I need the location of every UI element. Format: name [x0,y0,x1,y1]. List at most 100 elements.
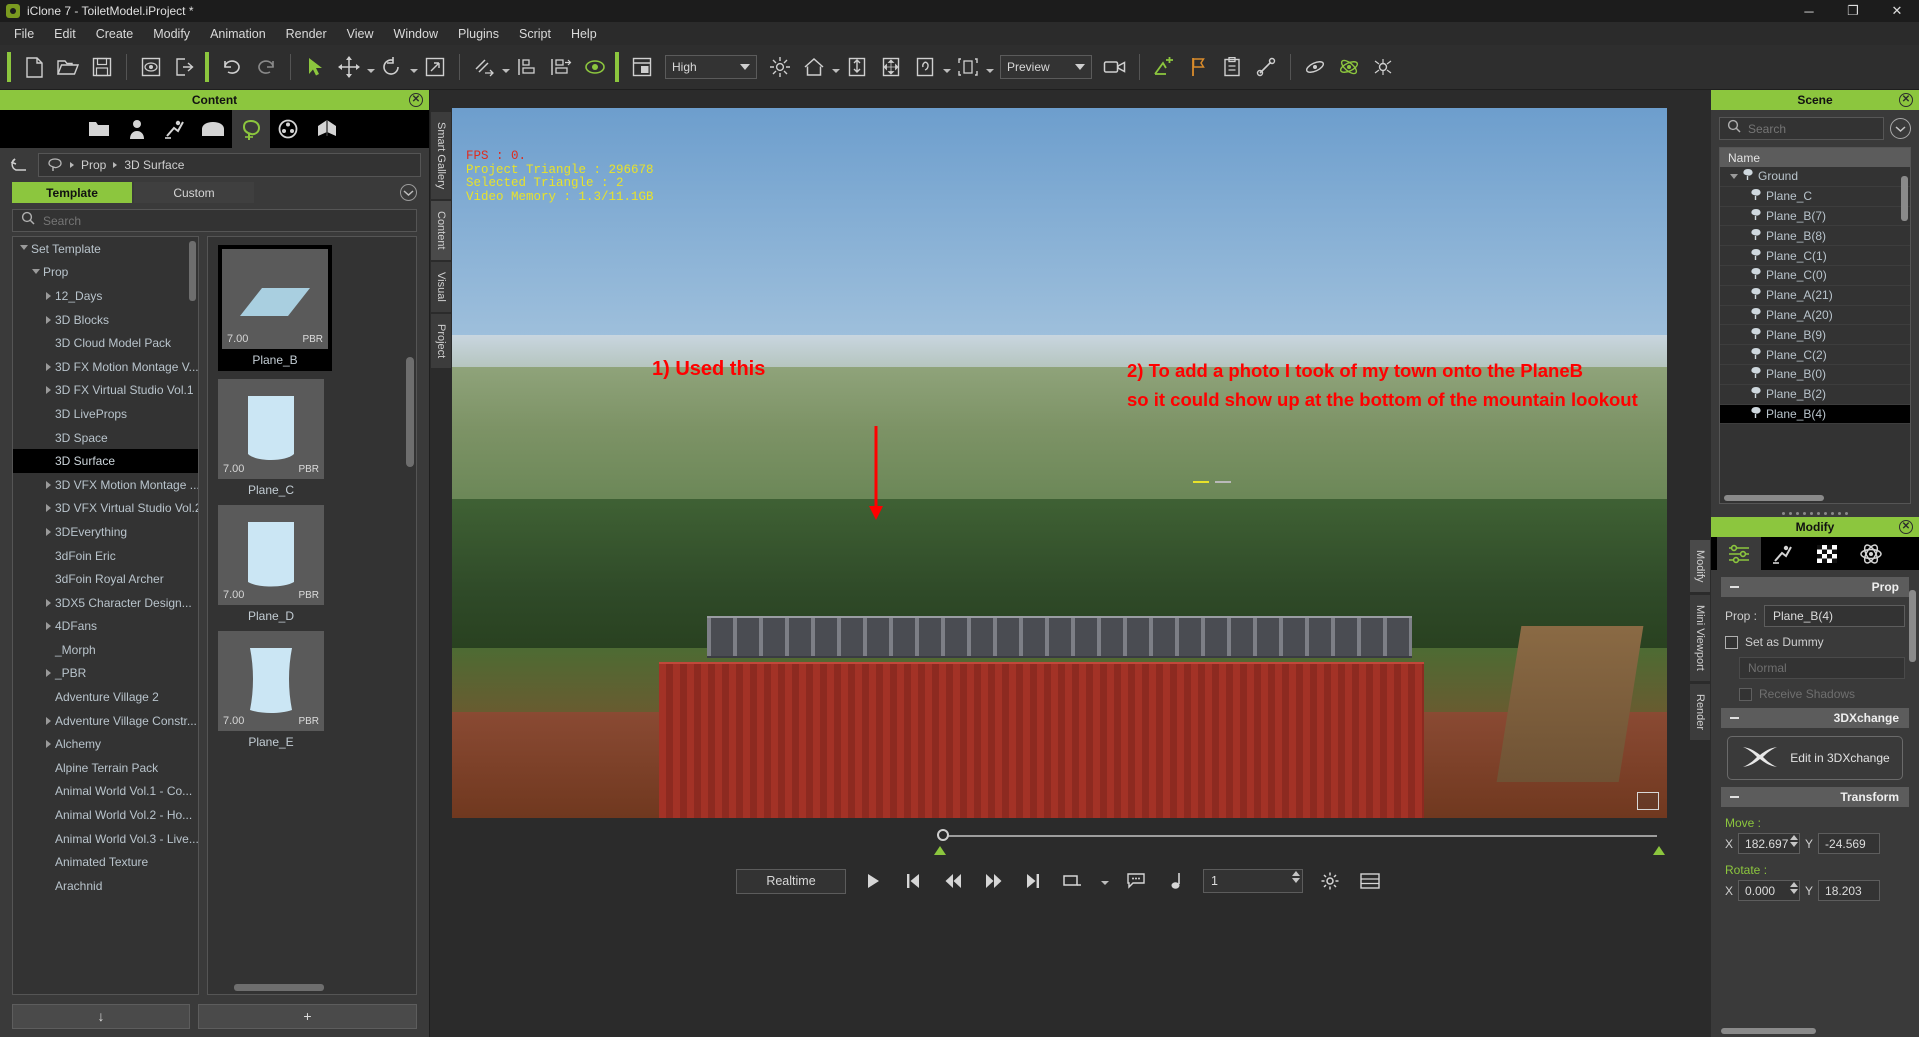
search-box[interactable] [12,209,417,232]
clipboard-icon[interactable] [1215,50,1249,84]
tree-item[interactable]: Set Template [13,237,198,261]
realtime-button[interactable]: Realtime [736,868,846,894]
thumbnail-item[interactable]: 7.00 PBR Plane_B [218,245,332,371]
center-icon[interactable] [874,50,908,84]
physics-icon[interactable] [1298,50,1332,84]
bounding-box-icon[interactable] [951,50,985,84]
light-add-icon[interactable] [1147,50,1181,84]
sidebar-tab-render[interactable]: Render [1690,684,1710,741]
menu-item-edit[interactable]: Edit [44,24,86,44]
tree-item[interactable]: Adventure Village 2 [13,685,198,709]
scene-item[interactable]: Plane_C(0) [1720,266,1910,286]
timeline-marker-start[interactable] [934,846,946,855]
sidebar-tab-mini-viewport[interactable]: Mini Viewport [1690,595,1710,682]
link-options-chevron-down-icon[interactable] [501,50,510,84]
download-button[interactable]: ↓ [12,1003,190,1029]
physics-icon-modify[interactable] [1849,537,1893,570]
scene-item[interactable]: Plane_B(0) [1720,365,1910,385]
thumbnail-item[interactable]: 7.00 PBR Plane_E [218,631,324,749]
scene-scrollbar[interactable] [1901,176,1908,221]
flag-icon[interactable] [1181,50,1215,84]
spider-icon[interactable] [1366,50,1400,84]
modify-close-icon[interactable]: ✕ [1899,520,1913,534]
scene-item[interactable]: Plane_B(7) [1720,207,1910,227]
new-icon[interactable] [17,50,51,84]
menu-item-view[interactable]: View [337,24,384,44]
scene-item[interactable]: Plane_A(21) [1720,286,1910,306]
move-x-stepper[interactable] [1790,835,1799,847]
chevron-down-icon-scene[interactable] [1726,174,1742,179]
element-icon[interactable] [308,110,346,148]
menu-item-modify[interactable]: Modify [143,24,200,44]
light-icon[interactable] [763,50,797,84]
rotate-y-input[interactable]: 18.203 [1818,880,1881,901]
sidebar-tab-project[interactable]: Project [431,313,451,368]
scene-item[interactable]: Plane_B(4) [1720,404,1910,425]
chevron-right-icon[interactable] [41,622,55,630]
panel-resize-grip[interactable] [1711,510,1919,517]
search-input[interactable] [43,213,408,228]
rotate-x-input[interactable]: 0.000 [1738,880,1801,901]
scene-search-box[interactable] [1719,117,1884,140]
back-icon[interactable] [8,154,30,176]
tree-item[interactable]: Alpine Terrain Pack [13,756,198,780]
chevron-down-icon[interactable] [29,271,43,274]
tree-item[interactable]: 3D Blocks [13,308,198,332]
tree-item[interactable]: 3D VFX Motion Montage ... [13,473,198,497]
link-icon[interactable] [467,50,501,84]
chevron-right-icon[interactable] [41,386,55,394]
note-button[interactable] [1163,868,1189,894]
motion-icon[interactable] [156,110,194,148]
move-options-chevron-down-icon[interactable] [366,50,375,84]
scene-horizontal-scrollbar[interactable] [1724,495,1824,501]
comment-button[interactable] [1123,868,1149,894]
minimize-button[interactable]: ─ [1787,0,1831,22]
rotate-icon[interactable] [375,50,409,84]
scale-icon[interactable] [418,50,452,84]
menu-item-plugins[interactable]: Plugins [448,24,509,44]
move-icon[interactable] [332,50,366,84]
tree-item[interactable]: 3D Cloud Model Pack [13,331,198,355]
stage-icon[interactable] [194,110,232,148]
breadcrumb-item-3d-surface[interactable]: 3D Surface [124,158,184,172]
timeline-track[interactable] [932,826,1667,855]
tree-item[interactable]: Animal World Vol.2 - Ho... [13,803,198,827]
menu-item-create[interactable]: Create [86,24,144,44]
breadcrumb-item-prop[interactable]: Prop [81,158,106,172]
prop-name-field[interactable]: Plane_B(4) [1764,605,1905,627]
receive-shadows-checkbox[interactable] [1739,687,1752,701]
move-y-input[interactable]: -24.569 [1818,833,1881,854]
scene-tree[interactable]: Name Ground Plane_C Plane_B(7) Plane_B(8) Pl… [1719,147,1911,504]
rewind-button[interactable] [940,868,966,894]
tree-item[interactable]: _PBR [13,662,198,686]
magnet-icon[interactable] [1249,50,1283,84]
tree-item[interactable]: 3D Surface [13,449,198,473]
chevron-right-icon[interactable] [41,599,55,607]
edit-in-3dxchange-button[interactable]: Edit in 3DXchange [1727,736,1903,780]
collapse-icon-transform[interactable] [1730,796,1739,798]
set-as-dummy-checkbox[interactable] [1725,635,1738,649]
move-x-input[interactable]: 182.697 [1738,833,1801,854]
timeline-playhead[interactable] [937,829,949,841]
range-chevron-down-icon[interactable] [1100,871,1109,891]
open-icon[interactable] [51,50,85,84]
layout-icon[interactable] [625,50,659,84]
eye-icon[interactable] [578,50,612,84]
tree-item[interactable]: 12_Days [13,284,198,308]
rotate-x-stepper[interactable] [1790,882,1799,894]
collapse-icon-3dxchange[interactable] [1730,717,1739,719]
home-options-chevron-down-icon[interactable] [831,50,840,84]
settings-button[interactable] [1317,868,1343,894]
scene-close-icon[interactable]: ✕ [1899,93,1913,107]
attribute-icon[interactable] [1717,537,1761,570]
breadcrumb[interactable]: Prop 3D Surface [38,153,421,177]
folder-icon[interactable] [80,110,118,148]
chevron-right-icon[interactable] [41,292,55,300]
menu-item-script[interactable]: Script [509,24,561,44]
tree-item[interactable]: 3DX5 Character Design... [13,591,198,615]
chevron-right-icon[interactable] [41,528,55,536]
tree-item[interactable]: 3D LiveProps [13,402,198,426]
close-icon[interactable]: ✕ [409,93,423,107]
preview-dropdown[interactable]: Preview [1000,55,1092,79]
menu-item-render[interactable]: Render [276,24,337,44]
